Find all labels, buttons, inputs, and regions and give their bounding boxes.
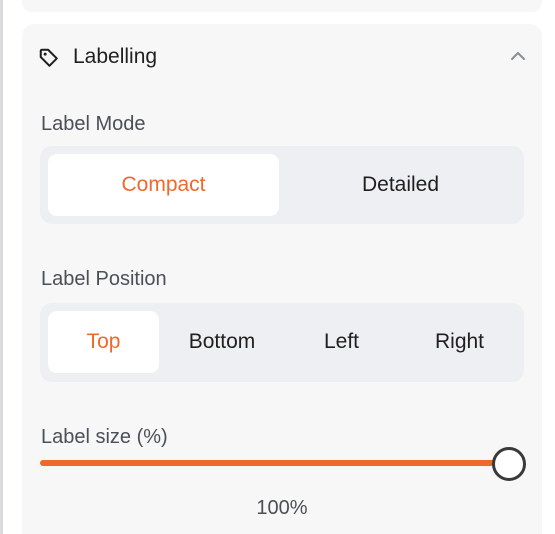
label-mode-option-compact[interactable]: Compact (48, 154, 279, 216)
label-position-option-bottom[interactable]: Bottom (164, 311, 280, 373)
label-size-slider-track[interactable] (40, 460, 508, 466)
label-position-option-left[interactable]: Left (284, 311, 399, 373)
labelling-section-header[interactable]: Labelling (22, 24, 542, 88)
labelling-section: Labelling Label Mode Compact Detailed La… (22, 24, 542, 534)
panel-divider (0, 0, 3, 534)
label-size-slider-thumb[interactable] (492, 447, 526, 481)
label-size-value: 100% (256, 497, 308, 519)
section-title: Labelling (73, 45, 158, 68)
label-position-option-top[interactable]: Top (48, 311, 159, 373)
label-mode-label: Label Mode (41, 113, 146, 135)
settings-panel: Labelling Label Mode Compact Detailed La… (0, 0, 555, 534)
label-size-label: Label size (%) (41, 426, 168, 448)
previous-section-card (22, 0, 542, 12)
label-position-label: Label Position (41, 268, 167, 290)
tag-icon (39, 48, 58, 67)
chevron-up-icon[interactable] (508, 48, 528, 64)
label-mode-option-detailed[interactable]: Detailed (285, 154, 516, 216)
label-position-toggle: Top Bottom Left Right (40, 303, 524, 382)
label-mode-toggle: Compact Detailed (40, 146, 524, 224)
label-position-option-right[interactable]: Right (402, 311, 517, 373)
